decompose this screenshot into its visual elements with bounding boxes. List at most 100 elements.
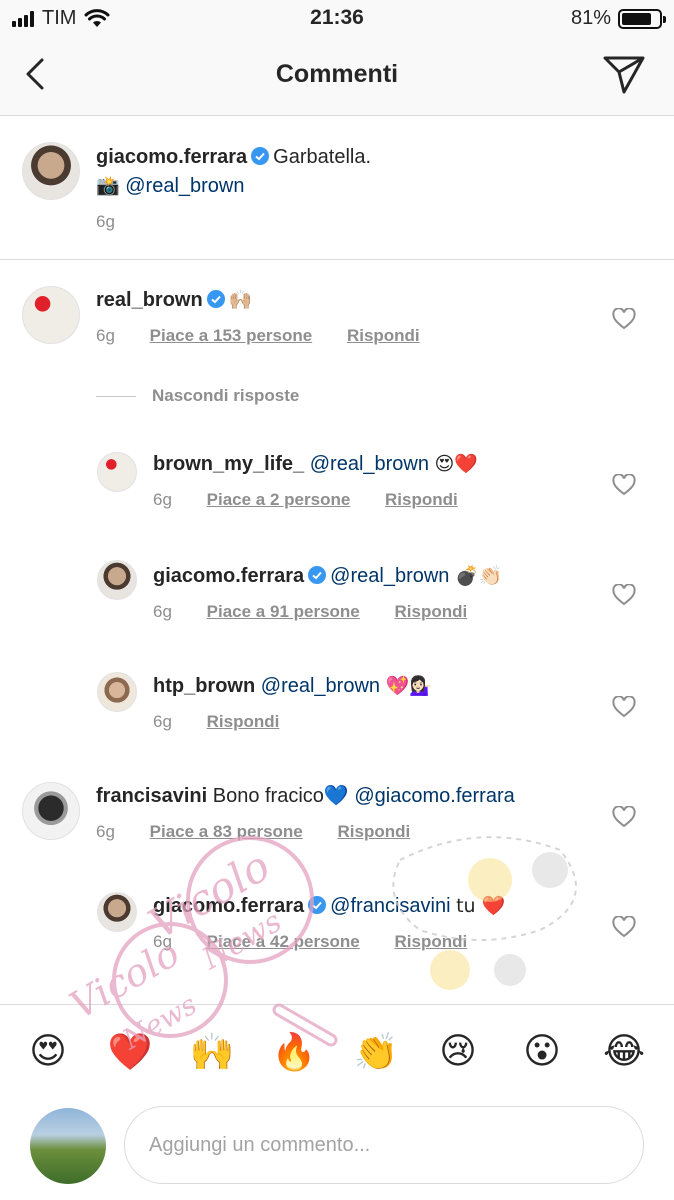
battery-icon: [618, 8, 666, 29]
emoji-heart-eyes-button[interactable]: 😍: [24, 1031, 72, 1072]
page-title: Commenti: [275, 60, 399, 88]
username[interactable]: giacomo.ferrara: [153, 895, 304, 917]
reply-button[interactable]: Rispondi: [394, 932, 467, 951]
username[interactable]: francisavini: [96, 785, 207, 807]
emoji-surprised-button[interactable]: 😮: [518, 1031, 566, 1072]
heart-icon[interactable]: [612, 806, 636, 828]
reply-button[interactable]: Rispondi: [347, 326, 420, 345]
reply-item: giacomo.ferrara @real_brown 💣👏🏻 6g Piace …: [0, 548, 674, 658]
avatar[interactable]: [97, 892, 137, 932]
paper-plane-icon[interactable]: [602, 54, 646, 96]
likes-link[interactable]: Piace a 153 persone: [150, 326, 313, 345]
emoji-clap-button[interactable]: 👏: [352, 1031, 400, 1073]
emoji-heart-button[interactable]: ❤️: [106, 1031, 154, 1073]
avatar[interactable]: [22, 782, 80, 840]
verified-badge-icon: [206, 290, 225, 308]
comment-item: real_brown 🙌🏼 6g Piace a 153 persone Risp…: [0, 260, 674, 370]
comment-body: 😍❤️: [434, 453, 479, 475]
comment-meta: 6g Piace a 83 persone Rispondi: [96, 822, 440, 842]
comment-text: brown_my_life_ @real_brown 😍❤️: [153, 450, 478, 478]
timestamp: 6g: [153, 712, 172, 731]
hide-replies-label: Nascondi risposte: [152, 386, 300, 405]
emoji-joy-button[interactable]: 😂: [600, 1031, 648, 1072]
comment-meta: 6g Rispondi: [153, 712, 309, 732]
comment-body: 💣👏🏻: [454, 565, 503, 587]
comment-text: real_brown 🙌🏼: [96, 286, 252, 314]
verified-badge-icon: [308, 896, 327, 914]
emoji-raised-hands-button[interactable]: 🙌: [188, 1031, 236, 1073]
avatar[interactable]: [97, 560, 137, 600]
comment-item: francisavini Bono fracico💙 @giacomo.ferr…: [0, 768, 674, 878]
avatar: [30, 1108, 106, 1184]
battery-fill: [622, 12, 652, 25]
reply-item: giacomo.ferrara @francisavini tu ❤️ 6g Pi…: [0, 878, 674, 988]
camera-flash-icon: 📸: [96, 175, 120, 197]
mention-link[interactable]: @real_brown: [330, 565, 449, 587]
heart-icon[interactable]: [612, 916, 636, 938]
comment-input[interactable]: [124, 1106, 644, 1184]
username[interactable]: giacomo.ferrara: [96, 146, 247, 168]
comment-body: Bono fracico💙: [212, 785, 349, 807]
username[interactable]: giacomo.ferrara: [153, 565, 304, 587]
likes-link[interactable]: Piace a 2 persone: [207, 490, 351, 509]
reply-button[interactable]: Rispondi: [207, 712, 280, 731]
comment-meta: 6g Piace a 91 persone Rispondi: [153, 602, 497, 622]
comment-body: 🙌🏼: [228, 289, 253, 311]
comment-meta: 6g: [96, 212, 145, 232]
heart-icon[interactable]: [612, 696, 636, 718]
mention-link[interactable]: @real_brown: [125, 175, 244, 197]
comment-composer: [0, 1096, 674, 1200]
username[interactable]: real_brown: [96, 289, 203, 311]
caption-line2: 📸 @real_brown: [96, 172, 244, 200]
comment-text: francisavini Bono fracico💙 @giacomo.ferr…: [96, 782, 515, 810]
caption-line1: giacomo.ferrara Garbatella.: [96, 143, 371, 171]
comment-meta: 6g Piace a 42 persone Rispondi: [153, 932, 497, 952]
username[interactable]: brown_my_life_: [153, 453, 304, 475]
comment-text: giacomo.ferrara @francisavini tu ❤️: [153, 892, 505, 920]
likes-link[interactable]: Piace a 83 persone: [150, 822, 303, 841]
caption: giacomo.ferrara Garbatella. 📸 @real_brown…: [0, 116, 674, 260]
mention-link[interactable]: @giacomo.ferrara: [354, 785, 514, 807]
timestamp: 6g: [153, 932, 172, 951]
mention-link[interactable]: @real_brown: [261, 675, 380, 697]
emoji-cry-button[interactable]: 😢: [434, 1031, 482, 1072]
nav-bar: Commenti: [0, 38, 674, 116]
emoji-quick-bar: 😍 ❤️ 🙌 🔥 👏 😢 😮 😂: [0, 1004, 674, 1096]
verified-badge-icon: [251, 147, 270, 165]
avatar[interactable]: [97, 452, 137, 492]
reply-button[interactable]: Rispondi: [394, 602, 467, 621]
hide-replies-button[interactable]: Nascondi risposte: [96, 386, 299, 406]
comment-body: tu ❤️: [456, 895, 506, 917]
timestamp: 6g: [153, 602, 172, 621]
status-bar: TIM 21:36 81%: [0, 0, 674, 38]
avatar[interactable]: [22, 142, 80, 200]
timestamp: 6g: [96, 326, 115, 345]
username[interactable]: htp_brown: [153, 675, 255, 697]
comments-list[interactable]: giacomo.ferrara Garbatella. 📸 @real_brown…: [0, 116, 674, 1004]
reply-item: htp_brown @real_brown 💖💁🏻‍♀️ 6g Rispondi: [0, 658, 674, 768]
comment-text: giacomo.ferrara @real_brown 💣👏🏻: [153, 562, 502, 590]
timestamp: 6g: [96, 822, 115, 841]
verified-badge-icon: [308, 566, 327, 584]
heart-icon[interactable]: [612, 474, 636, 496]
timestamp: 6g: [153, 490, 172, 509]
battery-percent: 81%: [570, 7, 611, 29]
avatar[interactable]: [22, 286, 80, 344]
heart-icon[interactable]: [612, 308, 636, 330]
mention-link[interactable]: @francisavini: [330, 895, 450, 917]
reply-button[interactable]: Rispondi: [385, 490, 458, 509]
emoji-fire-button[interactable]: 🔥: [270, 1031, 318, 1073]
mention-link[interactable]: @real_brown: [310, 453, 429, 475]
heart-icon[interactable]: [612, 584, 636, 606]
comment-meta: 6g Piace a 153 persone Rispondi: [96, 326, 450, 346]
reply-item: brown_my_life_ @real_brown 😍❤️ 6g Piace …: [0, 436, 674, 546]
comment-body: 💖💁🏻‍♀️: [385, 675, 433, 697]
timestamp: 6g: [96, 212, 115, 231]
likes-link[interactable]: Piace a 91 persone: [207, 602, 360, 621]
comment-meta: 6g Piace a 2 persone Rispondi: [153, 490, 488, 510]
hide-replies-line: [96, 395, 136, 397]
avatar[interactable]: [97, 672, 137, 712]
caption-text: Garbatella.: [273, 146, 372, 168]
reply-button[interactable]: Rispondi: [337, 822, 410, 841]
likes-link[interactable]: Piace a 42 persone: [207, 932, 360, 951]
